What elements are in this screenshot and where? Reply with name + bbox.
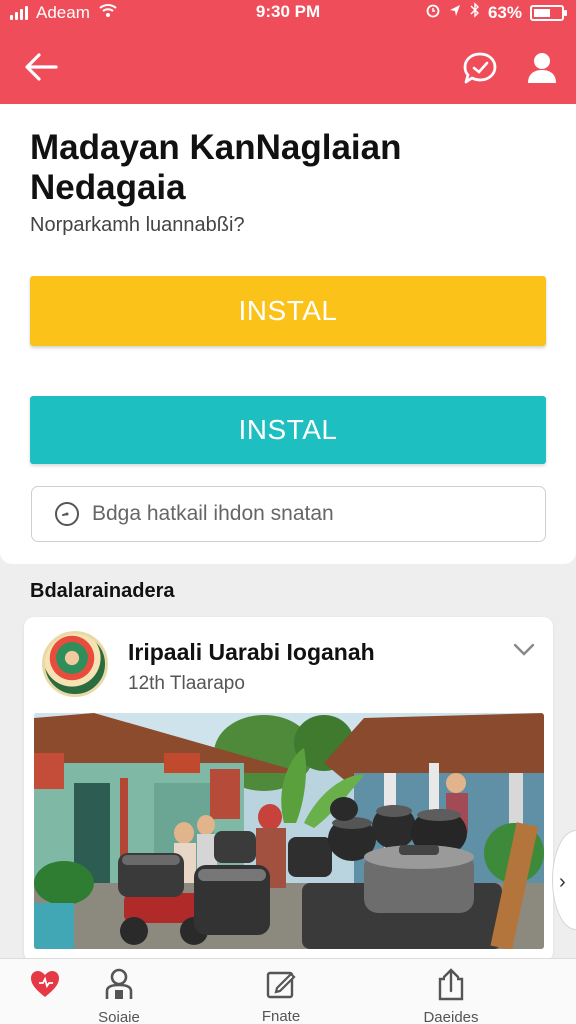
profile-button[interactable] <box>520 46 564 90</box>
heart-icon <box>29 967 61 1001</box>
tab-fnate[interactable]: Fnate <box>226 959 336 1024</box>
install-button-secondary[interactable]: INSTAL <box>30 396 546 464</box>
village-scene-image <box>34 713 544 949</box>
app-subtitle: Norparkamh luannabßi? <box>30 214 245 236</box>
back-button[interactable] <box>20 46 62 88</box>
post-meta: 12th Tlaarapo <box>128 673 245 694</box>
chat-button[interactable] <box>458 46 502 90</box>
tab-label: Daeides <box>423 1009 479 1024</box>
arrow-left-icon <box>25 53 58 81</box>
scroll-handle[interactable]: › <box>552 830 576 930</box>
install-button-primary[interactable]: INSTAL <box>30 276 546 346</box>
chat-bubble-icon <box>463 52 497 84</box>
alarm-icon <box>426 3 440 23</box>
battery-icon <box>530 4 567 21</box>
location-icon <box>448 3 462 23</box>
chevron-down-icon <box>513 643 535 656</box>
post-menu-button[interactable] <box>511 639 537 661</box>
battery-fill <box>534 8 550 17</box>
clock-icon <box>54 501 80 527</box>
share-icon <box>436 967 466 1001</box>
tab-soiaie[interactable]: Soiaie <box>64 959 174 1024</box>
user-icon <box>528 53 556 83</box>
battery-percent: 63% <box>487 2 522 22</box>
bottom-tab-bar: Soiaie Fnate Daeides <box>0 958 576 1024</box>
tab-label: Fnate <box>261 1008 301 1024</box>
avatar[interactable] <box>42 631 108 697</box>
tab-label: Soiaie <box>98 1009 140 1024</box>
edit-icon <box>265 967 297 1000</box>
status-right: 63% <box>426 2 567 23</box>
search-box[interactable] <box>31 486 546 542</box>
bluetooth-icon <box>470 2 480 23</box>
app-title: Madayan KanNaglaian Nedagaia <box>30 128 402 207</box>
status-bar: Adeam 9:30 PM 63% <box>0 0 576 26</box>
post-title: Iripaali Uarabi Ioganah <box>128 639 375 665</box>
app-info-card: Madayan KanNaglaian Nedagaia Norparkamh … <box>0 104 576 564</box>
section-label: Bdalarainadera <box>30 580 175 602</box>
app-header: Adeam 9:30 PM 63% <box>0 0 576 104</box>
tab-daeides[interactable]: Daeides <box>396 959 506 1024</box>
nav-row <box>0 38 576 94</box>
user-lock-icon <box>103 967 135 1001</box>
post-card[interactable]: Iripaali Uarabi Ioganah 12th Tlaarapo <box>24 617 553 962</box>
chevron-right-icon: › <box>559 871 566 893</box>
post-photo[interactable] <box>34 713 544 949</box>
search-input[interactable] <box>92 502 532 526</box>
